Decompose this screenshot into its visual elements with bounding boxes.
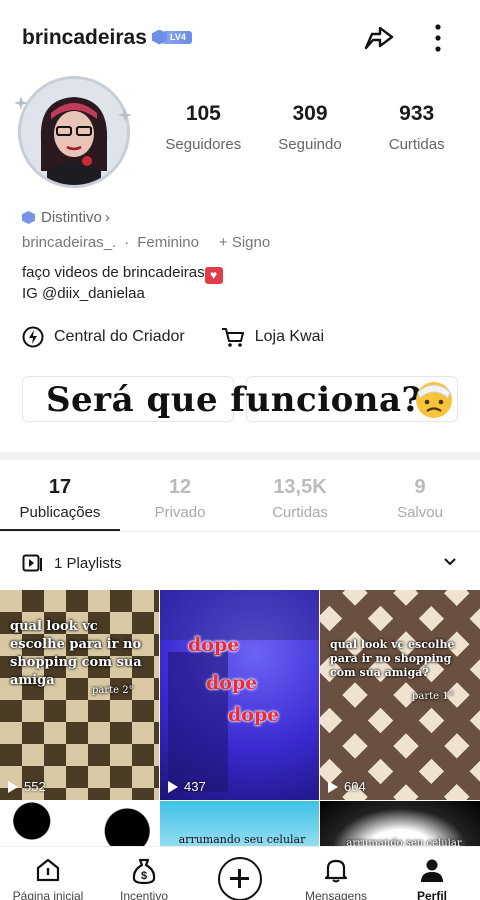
badge-link[interactable]: Distintivo › [22,209,110,226]
view-count: 437 [168,779,206,794]
tab-publicacoes[interactable]: 17 Publicações [0,470,120,531]
badge-hex-icon [22,211,35,224]
play-icon [328,780,338,793]
view-count: 604 [328,779,366,794]
tab-privado[interactable]: 12 Privado [120,470,240,531]
nav-label: Página inicial [12,889,84,900]
chevron-right-icon: › [104,209,110,226]
video-grid: qual look vc escolhe para ir no shopping… [0,590,480,851]
video-thumbnail[interactable]: qual look vc escolhe para ir no shopping… [320,590,480,800]
tab-curtidas[interactable]: 13,5K Curtidas [240,470,360,531]
cart-icon [221,328,244,347]
nav-label: Perfil [416,889,447,900]
svg-text:$: $ [141,870,147,882]
chevron-down-icon[interactable] [442,554,458,570]
playlists-row[interactable]: 1 Playlists [0,540,480,586]
profile-bio: faço videos de brincadeiras ♥ IG @diix_da… [22,263,223,303]
play-icon [8,780,18,793]
stat-value: 309 [292,102,328,125]
stat-followers[interactable]: 105 Seguidores [150,102,257,153]
section-divider [0,452,480,460]
creator-center-label: Central do Criador [54,328,185,345]
more-options-icon[interactable] [428,22,448,54]
tab-count: 12 [168,476,192,498]
stat-label: Curtidas [388,136,445,153]
money-bag-icon: $ [132,858,156,885]
video-thumbnail[interactable]: arrumando seu celular [320,801,480,851]
level-badge[interactable]: LV4 [152,29,192,45]
profile-stats: 105 Seguidores 309 Seguindo 933 Curtidas [150,102,470,153]
nav-mensagens[interactable]: Mensagens [288,847,384,900]
playlist-icon [22,554,42,572]
stat-value: 933 [399,102,435,125]
video-caption: qual look vc escolhe para ir no shopping… [330,638,455,679]
video-thumbnail[interactable] [0,801,159,851]
person-icon [421,859,443,882]
add-sign-button[interactable]: + Signo [219,234,270,251]
profile-handle: brincadeiras_. [22,234,117,251]
bio-line: faço videos de brincadeiras [22,264,205,281]
playlists-label: 1 Playlists [54,554,122,572]
nav-create[interactable] [192,847,288,900]
bandaged-face-emoji-icon [416,382,452,418]
nav-incentivo[interactable]: $ Incentivo [96,847,192,900]
overlay-caption: Será que funciona? [46,380,422,420]
video-caption: qual look vc escolhe para ir no shopping… [10,619,142,688]
heart-icon: ♥ [204,267,223,284]
video-thumbnail[interactable]: dope dope dope 437 [160,590,319,800]
stat-likes[interactable]: 933 Curtidas [363,102,470,153]
lightning-icon [22,326,44,348]
video-part: parte 2° [92,685,134,696]
avatar[interactable] [18,76,130,188]
tab-count: 9 [414,476,426,498]
nav-label: Incentivo [119,889,169,900]
kwai-shop-link[interactable]: Loja Kwai [221,326,324,348]
stat-label: Seguidores [165,136,242,153]
profile-header: brincadeiras LV4 [0,0,480,76]
view-count: 552 [8,779,46,794]
creator-links: Central do Criador Loja Kwai [22,326,360,348]
video-part: parte 1° [412,691,454,702]
share-icon[interactable] [362,20,396,54]
creator-center-link[interactable]: Central do Criador [22,326,185,348]
profile-meta: brincadeiras_. · Feminino + Signo [22,234,270,251]
nav-perfil[interactable]: Perfil [384,847,480,900]
video-thumbnail[interactable]: arrumando seu celular [160,801,319,851]
plus-icon [218,857,262,900]
video-caption: dope [206,672,258,694]
nav-home[interactable]: Página inicial [0,847,96,900]
tab-label: Curtidas [272,504,328,521]
video-caption: dope [228,704,280,726]
username: brincadeiras [22,26,147,49]
tab-label: Privado [154,504,206,521]
video-thumbnail[interactable]: qual look vc escolhe para ir no shopping… [0,590,159,800]
play-icon [168,780,178,793]
stat-following[interactable]: 309 Seguindo [257,102,364,153]
profile-gender: Feminino [137,234,199,251]
video-caption: dope [188,634,240,656]
tab-label: Publicações [19,504,101,521]
home-icon [36,858,60,882]
tab-count: 17 [48,476,72,498]
tab-count: 13,5K [273,476,327,498]
nav-label: Mensagens [304,889,368,900]
tab-label: Salvou [397,504,443,521]
tab-salvou[interactable]: 9 Salvou [360,470,480,531]
meta-separator: · [124,234,130,251]
bell-icon [324,859,348,883]
kwai-shop-label: Loja Kwai [254,328,325,345]
stat-label: Seguindo [278,136,342,153]
room-wall [160,590,319,640]
bio-line: IG @diix_danielaa [22,285,145,302]
content-tabs: 17 Publicações 12 Privado 13,5K Curtidas… [0,470,480,532]
badge-label: Distintivo [41,209,102,226]
avatar-illustration [21,79,127,185]
stat-value: 105 [185,102,221,125]
bottom-navigation: Página inicial $ Incentivo Mensagens Per… [0,846,480,900]
